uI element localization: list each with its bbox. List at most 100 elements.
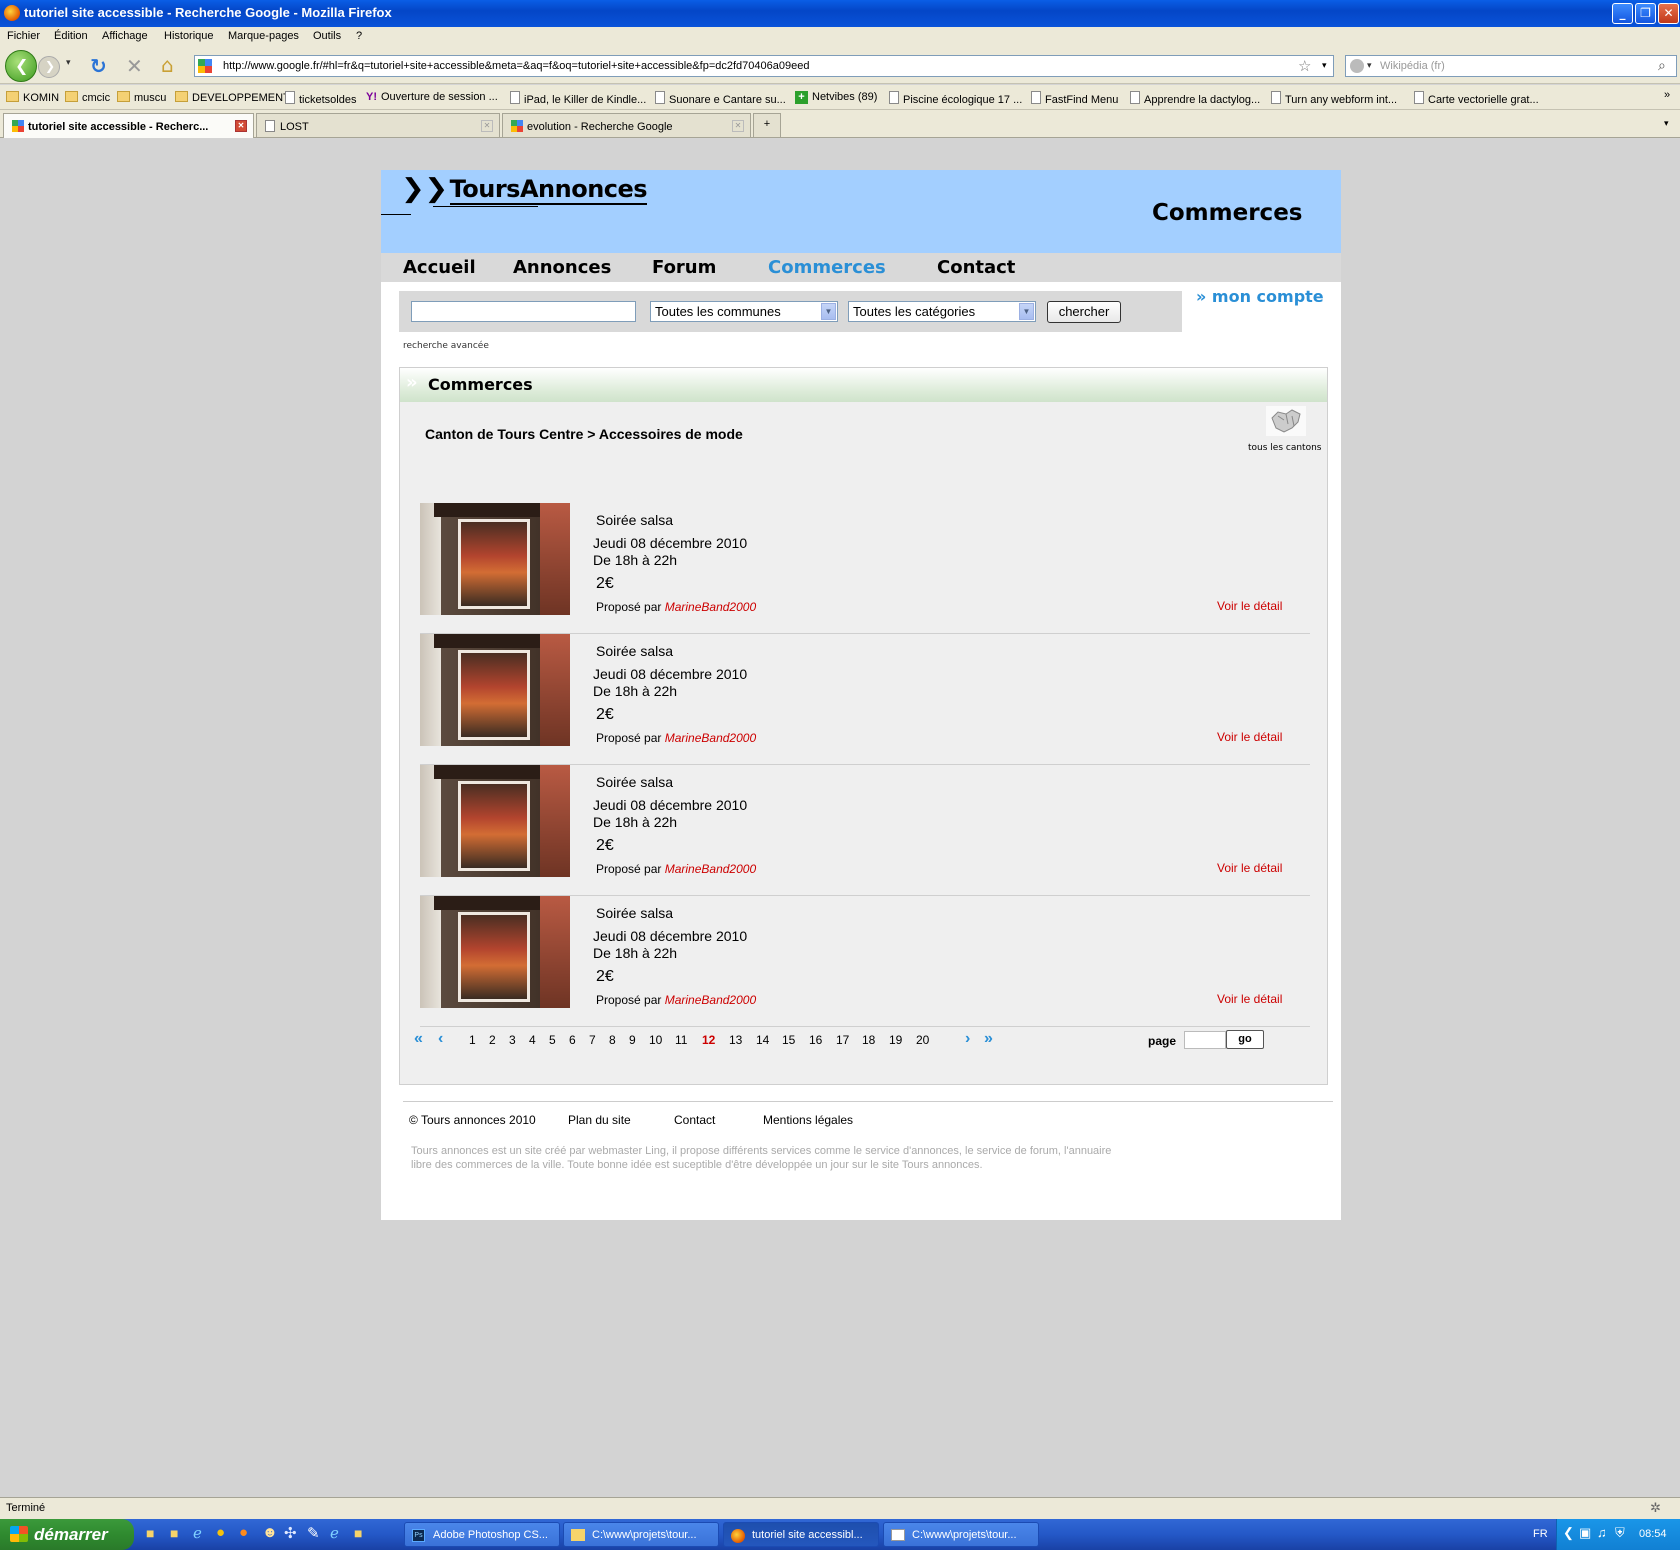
bookmark-item[interactable]: FastFind Menu bbox=[1031, 91, 1118, 106]
page-link[interactable]: 5 bbox=[549, 1033, 556, 1047]
network-tray-icon[interactable]: ▣ bbox=[1579, 1525, 1591, 1541]
home-icon[interactable]: ⌂ bbox=[161, 53, 174, 77]
page-link[interactable]: 2 bbox=[489, 1033, 496, 1047]
advanced-search-link[interactable]: recherche avancée bbox=[403, 341, 489, 351]
folder-icon[interactable]: ■ bbox=[146, 1525, 154, 1541]
firefox-launcher-icon[interactable]: ● bbox=[239, 1524, 248, 1541]
network-icon[interactable]: ✣ bbox=[284, 1524, 297, 1542]
bookmark-item[interactable]: + Netvibes (89) bbox=[795, 91, 877, 104]
tab-lost[interactable]: LOST ✕ bbox=[256, 113, 500, 137]
listing-photo[interactable] bbox=[420, 503, 570, 615]
page-link[interactable]: 8 bbox=[609, 1033, 616, 1047]
taskbar-button-explorer-2[interactable]: C:\www\projets\tour... bbox=[883, 1522, 1039, 1547]
listing-title[interactable]: Soirée salsa bbox=[596, 643, 673, 659]
menu-item-affichage[interactable]: Affichage bbox=[102, 30, 148, 42]
tools-icon[interactable]: ✎ bbox=[307, 1524, 320, 1542]
language-indicator[interactable]: FR bbox=[1533, 1528, 1548, 1540]
detail-link[interactable]: Voir le détail bbox=[1217, 992, 1282, 1006]
page-link[interactable]: 19 bbox=[889, 1033, 902, 1047]
ie2-icon[interactable]: ℯ bbox=[330, 1524, 339, 1542]
listing-title[interactable]: Soirée salsa bbox=[596, 905, 673, 921]
site-logo[interactable]: ❯❯ToursAnnonces bbox=[401, 174, 648, 205]
search-icon[interactable]: ⌕ bbox=[1658, 57, 1666, 74]
detail-link[interactable]: Voir le détail bbox=[1217, 730, 1282, 744]
nav-commerces[interactable]: Commerces bbox=[768, 257, 886, 278]
reload-icon[interactable]: ↻ bbox=[90, 54, 107, 78]
bookmark-star-icon[interactable]: ☆ bbox=[1298, 57, 1311, 75]
author-link[interactable]: MarineBand2000 bbox=[665, 600, 756, 614]
commune-select[interactable]: Toutes les communes ▼ bbox=[650, 301, 838, 322]
close-tab-icon[interactable]: ✕ bbox=[732, 120, 744, 132]
close-tab-icon[interactable]: ✕ bbox=[235, 120, 247, 132]
nav-contact[interactable]: Contact bbox=[937, 257, 1015, 278]
page-link[interactable]: 10 bbox=[649, 1033, 662, 1047]
security-shield-icon[interactable]: ⛨ bbox=[1615, 1525, 1625, 1541]
page-link[interactable]: 17 bbox=[836, 1033, 849, 1047]
footer-link-legal[interactable]: Mentions légales bbox=[763, 1113, 853, 1127]
all-cantons-link[interactable]: tous les cantons bbox=[1248, 443, 1321, 453]
listing-photo[interactable] bbox=[420, 634, 570, 746]
nav-accueil[interactable]: Accueil bbox=[403, 257, 476, 278]
tray-back-icon[interactable]: ❮ bbox=[1563, 1525, 1574, 1541]
footer-link-sitemap[interactable]: Plan du site bbox=[568, 1113, 631, 1127]
page-link[interactable]: 13 bbox=[729, 1033, 742, 1047]
next-page-icon[interactable]: › bbox=[965, 1030, 970, 1048]
category-select[interactable]: Toutes les catégories ▼ bbox=[848, 301, 1036, 322]
taskbar-button-explorer-1[interactable]: C:\www\projets\tour... bbox=[563, 1522, 719, 1547]
author-link[interactable]: MarineBand2000 bbox=[665, 862, 756, 876]
bookmark-item[interactable]: Carte vectorielle grat... bbox=[1414, 91, 1539, 106]
bookmark-item[interactable]: Turn any webform int... bbox=[1271, 91, 1397, 106]
tab-evolution[interactable]: evolution - Recherche Google ✕ bbox=[502, 113, 751, 137]
go-button[interactable]: go bbox=[1226, 1030, 1264, 1049]
chrome-icon[interactable]: ● bbox=[216, 1524, 225, 1541]
page-link[interactable]: 14 bbox=[756, 1033, 769, 1047]
bookmark-item[interactable]: KOMIN bbox=[6, 91, 59, 104]
keyword-input[interactable] bbox=[411, 301, 636, 322]
bookmark-item[interactable]: cmcic bbox=[65, 91, 110, 104]
bookmark-item[interactable]: ticketsoldes bbox=[285, 91, 356, 106]
menu-item-fichier[interactable]: Fichier bbox=[7, 30, 40, 42]
page-link[interactable]: 15 bbox=[782, 1033, 795, 1047]
author-link[interactable]: MarineBand2000 bbox=[665, 731, 756, 745]
new-tab-button[interactable]: + bbox=[753, 113, 781, 137]
tab-tutoriel[interactable]: tutoriel site accessible - Recherc... ✕ bbox=[3, 113, 254, 138]
menu-item-outils[interactable]: Outils bbox=[313, 30, 341, 42]
detail-link[interactable]: Voir le détail bbox=[1217, 861, 1282, 875]
search-field[interactable]: ▾ Wikipédia (fr) ⌕ bbox=[1345, 55, 1677, 77]
listing-photo[interactable] bbox=[420, 896, 570, 1008]
menu-item-historique[interactable]: Historique bbox=[164, 30, 214, 42]
detail-link[interactable]: Voir le détail bbox=[1217, 599, 1282, 613]
bookmark-item[interactable]: DEVELOPPEMENT bbox=[175, 91, 290, 104]
listing-title[interactable]: Soirée salsa bbox=[596, 774, 673, 790]
volume-icon[interactable]: ♫ bbox=[1597, 1525, 1607, 1540]
page-number-input[interactable] bbox=[1184, 1031, 1226, 1049]
bookmark-item[interactable]: Piscine écologique 17 ... bbox=[889, 91, 1022, 106]
bookmark-item[interactable]: Apprendre la dactylog... bbox=[1130, 91, 1260, 106]
canton-map-icon[interactable] bbox=[1266, 406, 1306, 436]
bookmark-item[interactable]: iPad, le Killer de Kindle... bbox=[510, 91, 646, 106]
page-link[interactable]: 18 bbox=[862, 1033, 875, 1047]
menu-item-marque-pages[interactable]: Marque-pages bbox=[228, 30, 299, 42]
back-button[interactable]: ❮ bbox=[5, 50, 37, 82]
maximize-button[interactable]: ❐ bbox=[1635, 3, 1656, 24]
page-link[interactable]: 4 bbox=[529, 1033, 536, 1047]
minimize-button[interactable]: _ bbox=[1612, 3, 1633, 24]
folder-icon[interactable]: ■ bbox=[354, 1525, 362, 1541]
folder-icon[interactable]: ■ bbox=[170, 1525, 178, 1541]
url-bar[interactable]: http://www.google.fr/#hl=fr&q=tutoriel+s… bbox=[194, 55, 1334, 77]
url-dropdown-icon[interactable]: ▾ bbox=[1322, 60, 1327, 71]
stop-icon[interactable]: ✕ bbox=[126, 54, 143, 78]
taskbar-button-photoshop[interactable]: Ps Adobe Photoshop CS... bbox=[404, 1522, 560, 1547]
author-link[interactable]: MarineBand2000 bbox=[665, 993, 756, 1007]
first-page-icon[interactable]: « bbox=[414, 1030, 423, 1048]
close-tab-icon[interactable]: ✕ bbox=[481, 120, 493, 132]
menu-item-edition[interactable]: Édition bbox=[54, 30, 88, 42]
start-button[interactable]: démarrer bbox=[0, 1519, 134, 1550]
history-dropdown-icon[interactable]: ▾ bbox=[66, 58, 71, 68]
nav-forum[interactable]: Forum bbox=[652, 257, 716, 278]
close-button[interactable]: ✕ bbox=[1658, 3, 1679, 24]
page-link[interactable]: 20 bbox=[916, 1033, 929, 1047]
forward-button[interactable]: ❯ bbox=[38, 56, 60, 78]
listing-title[interactable]: Soirée salsa bbox=[596, 512, 673, 528]
bookmark-item[interactable]: muscu bbox=[117, 91, 166, 104]
